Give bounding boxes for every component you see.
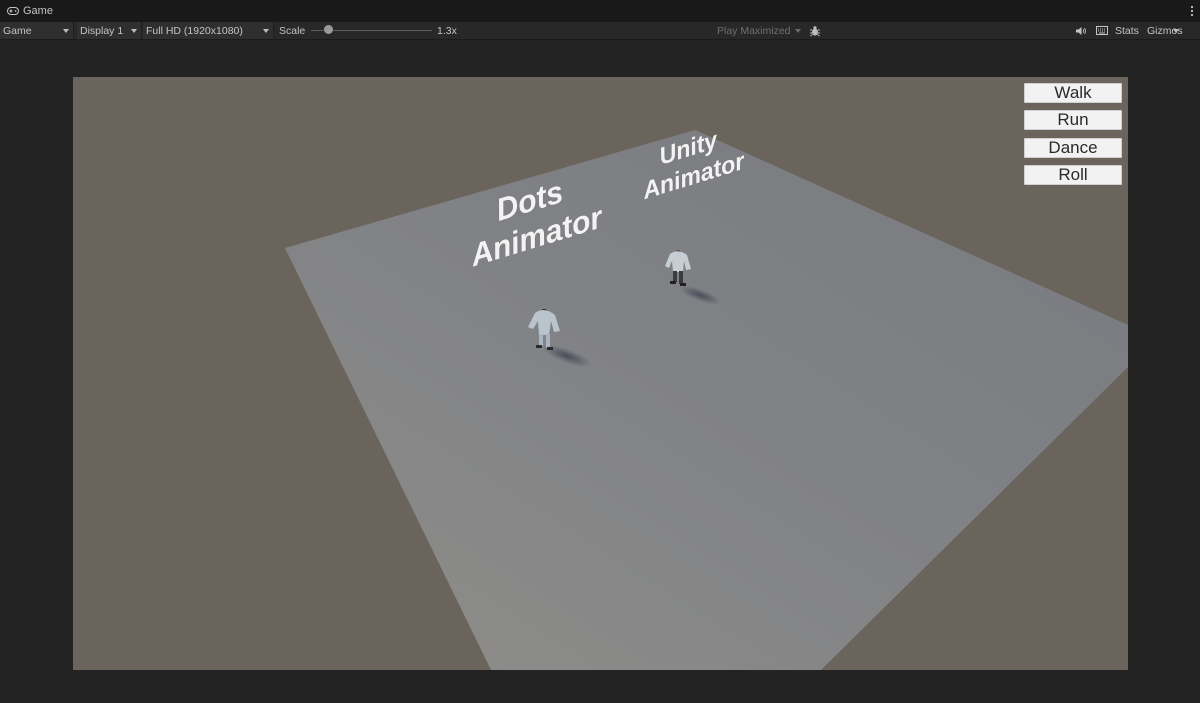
resolution-dropdown[interactable]: Full HD (1920x1080)	[143, 22, 274, 39]
play-mode-label: Play Maximized	[717, 24, 791, 37]
chevron-down-icon	[1172, 29, 1179, 33]
scale-slider-thumb[interactable]	[324, 25, 333, 34]
speaker-icon	[1075, 26, 1086, 35]
window-titlebar: Game	[0, 0, 1200, 22]
bug-button[interactable]	[806, 22, 824, 39]
scale-label: Scale	[279, 24, 306, 37]
tab-title: Game	[23, 5, 53, 17]
keyboard-icon	[1095, 26, 1108, 35]
chevron-down-icon	[131, 29, 137, 33]
more-options-icon[interactable]	[1190, 4, 1194, 18]
shortcuts-button[interactable]	[1093, 22, 1110, 39]
display-label: Display 1	[80, 24, 124, 37]
view-mode-label: Game	[3, 24, 32, 37]
play-mode-dropdown[interactable]: Play Maximized	[714, 22, 805, 39]
scale-value: 1.3x	[437, 24, 457, 37]
run-button[interactable]: Run	[1024, 110, 1122, 130]
view-mode-dropdown[interactable]: Game	[0, 22, 74, 39]
game-viewport[interactable]: Dots Animator Unity Animator Walk Run Da…	[73, 77, 1128, 670]
chevron-down-icon	[263, 29, 269, 33]
resolution-label: Full HD (1920x1080)	[146, 24, 243, 37]
dance-button[interactable]: Dance	[1024, 138, 1122, 158]
gizmos-button[interactable]: Gizmos	[1147, 22, 1183, 39]
display-dropdown[interactable]: Display 1	[77, 22, 142, 39]
gamepad-icon	[7, 7, 19, 15]
game-tab[interactable]: Game	[0, 0, 53, 22]
stats-button[interactable]: Stats	[1115, 22, 1139, 39]
chevron-down-icon	[63, 29, 69, 33]
roll-button[interactable]: Roll	[1024, 165, 1122, 185]
floor-plane	[285, 130, 1128, 670]
bug-icon	[810, 25, 820, 36]
chevron-down-icon	[795, 29, 801, 33]
mute-audio-button[interactable]	[1073, 22, 1089, 39]
game-toolbar: Game Display 1 Full HD (1920x1080) Scale…	[0, 22, 1200, 40]
walk-button[interactable]: Walk	[1024, 83, 1122, 103]
